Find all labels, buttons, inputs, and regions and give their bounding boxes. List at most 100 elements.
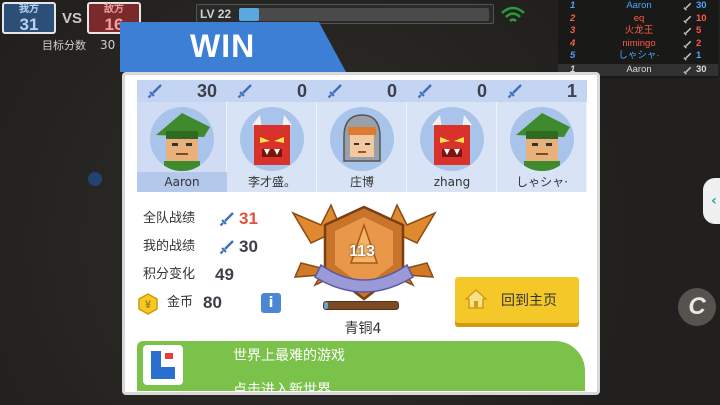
leaderboard-kills: 5 — [696, 25, 702, 36]
coins-label: 金币 — [167, 295, 194, 310]
promo-title: 世界上最难的游戏 — [233, 348, 345, 364]
my-record-label: 我的战绩 — [143, 239, 196, 254]
leaderboard-rank: 3 — [570, 25, 576, 36]
player-card[interactable]: 0 zhang — [407, 80, 497, 192]
leaderboard-row: 4 nimingo 2 — [558, 38, 718, 51]
sword-icon — [237, 84, 252, 99]
team-record-value: 31 — [239, 209, 258, 228]
team-record-label: 全队战绩 — [143, 211, 196, 226]
my-record-value: 30 — [239, 237, 258, 256]
player-kill-count: 1 — [566, 81, 577, 101]
camera-switch-button[interactable]: C — [678, 288, 716, 326]
level-progress-fill — [239, 8, 259, 21]
side-expand-button[interactable]: ‹ — [703, 178, 720, 224]
sword-icon — [683, 27, 692, 36]
player-kills-bar: 0 — [317, 80, 407, 102]
sword-icon — [683, 52, 692, 61]
sword-icon — [683, 2, 692, 11]
level-label: LV 22 — [200, 7, 232, 21]
leaderboard-kills: 2 — [696, 37, 702, 49]
player-name: 庄博 — [349, 175, 374, 189]
back-to-home-label: 回到主页 — [501, 293, 557, 309]
points-change-label: 积分变化 — [143, 267, 196, 282]
chevron-left-icon: ‹ — [711, 193, 717, 209]
player-kills-bar: 30 — [137, 80, 227, 102]
my-record-row: 我的战绩 30 — [137, 233, 287, 261]
leaderboard-name: しゃシャ· — [618, 50, 660, 61]
player-card[interactable]: 30 Aaron — [137, 80, 227, 192]
leaderboard-kills: 1 — [696, 50, 702, 61]
result-panel: 30 Aaron 0 李才盛。 0 庄博 0 zhang 1 しゃシャ· 全队战绩 31 我的战绩… — [122, 72, 600, 395]
leaderboard-row: 1 Aaron 30 — [558, 0, 718, 13]
match-stats: 全队战绩 31 我的战绩 30 积分变化 49 ¥ 金币 80 i — [137, 205, 287, 317]
player-name: zhang — [433, 175, 471, 189]
coins-value: 80 — [203, 293, 222, 312]
sword-icon — [147, 84, 162, 99]
player-kill-count: 30 — [196, 81, 217, 101]
leaderboard-name: 火龙王 — [624, 25, 654, 36]
player-card[interactable]: 1 しゃシャ· — [497, 80, 587, 192]
svg-text:¥: ¥ — [145, 299, 152, 311]
level-bar: LV 22 — [196, 4, 494, 24]
rank-progress-fill — [324, 302, 329, 309]
player-kill-count: 0 — [296, 81, 307, 101]
sword-icon — [683, 40, 692, 49]
sword-icon — [683, 15, 692, 24]
promo-subtitle: 点击进入新世界 — [233, 382, 331, 391]
leaderboard-rank: 4 — [570, 37, 576, 49]
player-avatar — [510, 107, 574, 171]
player-avatar — [420, 107, 484, 171]
player-card[interactable]: 0 李才盛。 — [227, 80, 317, 192]
player-name: Aaron — [137, 172, 227, 192]
leaderboard-kills: 30 — [696, 63, 707, 75]
target-score-value: 30 — [100, 38, 116, 52]
sword-icon — [507, 84, 522, 99]
leaderboard-row: 2 eq 10 — [558, 13, 718, 26]
kill-leaderboard: 1 Aaron 30 2 eq 10 3 火龙王 5 4 nimingo 2 5 しゃシャ· 1 1 Aaron… — [558, 0, 718, 78]
promo-banner[interactable]: 世界上最难的游戏 点击进入新世界 — [137, 341, 585, 391]
back-to-home-button[interactable]: 回到主页 — [455, 277, 579, 323]
points-change-value: 49 — [215, 265, 234, 284]
wifi-icon — [501, 6, 525, 22]
leaderboard-row: 5 しゃシャ· 1 — [558, 50, 718, 63]
level-progress-track — [239, 8, 489, 21]
team-us-score: 我方 31 — [2, 2, 56, 34]
coins-row: ¥ 金币 80 i — [137, 289, 287, 317]
player-avatar — [240, 107, 304, 171]
rank-name: 青铜4 — [344, 321, 382, 337]
team-us-value: 31 — [19, 15, 39, 34]
player-avatar — [150, 107, 214, 171]
target-score-label: 目标分数 — [42, 39, 86, 52]
leaderboard-name: Aaron — [626, 0, 652, 11]
promo-app-icon — [143, 345, 183, 385]
leaderboard-kills: 10 — [696, 12, 707, 24]
sword-icon — [683, 66, 692, 75]
player-name: 李才盛。 — [247, 175, 296, 189]
player-kills-bar: 0 — [407, 80, 497, 102]
target-score: 目标分数 30 — [42, 37, 115, 53]
coin-icon: ¥ — [138, 293, 158, 315]
info-icon[interactable]: i — [261, 293, 281, 313]
sword-icon — [417, 84, 432, 99]
sword-icon — [327, 84, 342, 99]
leaderboard-row: 3 火龙王 5 — [558, 25, 718, 38]
player-avatar — [330, 107, 394, 171]
result-title: WIN — [190, 28, 256, 64]
leaderboard-name: Aaron — [626, 63, 652, 75]
rank-number: 113 — [349, 243, 375, 260]
leaderboard-name: nimingo — [622, 37, 656, 49]
team-record-row: 全队战绩 31 — [137, 205, 287, 233]
leaderboard-rank: 2 — [570, 12, 576, 24]
sword-icon — [219, 212, 234, 227]
result-title-tab: WIN — [120, 22, 346, 72]
leaderboard-rank: 1 — [570, 0, 576, 11]
team-players: 30 Aaron 0 李才盛。 0 庄博 0 zhang 1 しゃシャ· — [137, 80, 587, 192]
player-kills-bar: 0 — [227, 80, 317, 102]
c-letter-icon: C — [688, 293, 706, 320]
player-kill-count: 0 — [386, 81, 397, 101]
player-card[interactable]: 0 庄博 — [317, 80, 407, 192]
rank-progress-track — [323, 301, 399, 310]
points-change-row: 积分变化 49 — [137, 261, 287, 289]
player-kill-count: 0 — [476, 81, 487, 101]
leaderboard-name: eq — [633, 12, 645, 24]
